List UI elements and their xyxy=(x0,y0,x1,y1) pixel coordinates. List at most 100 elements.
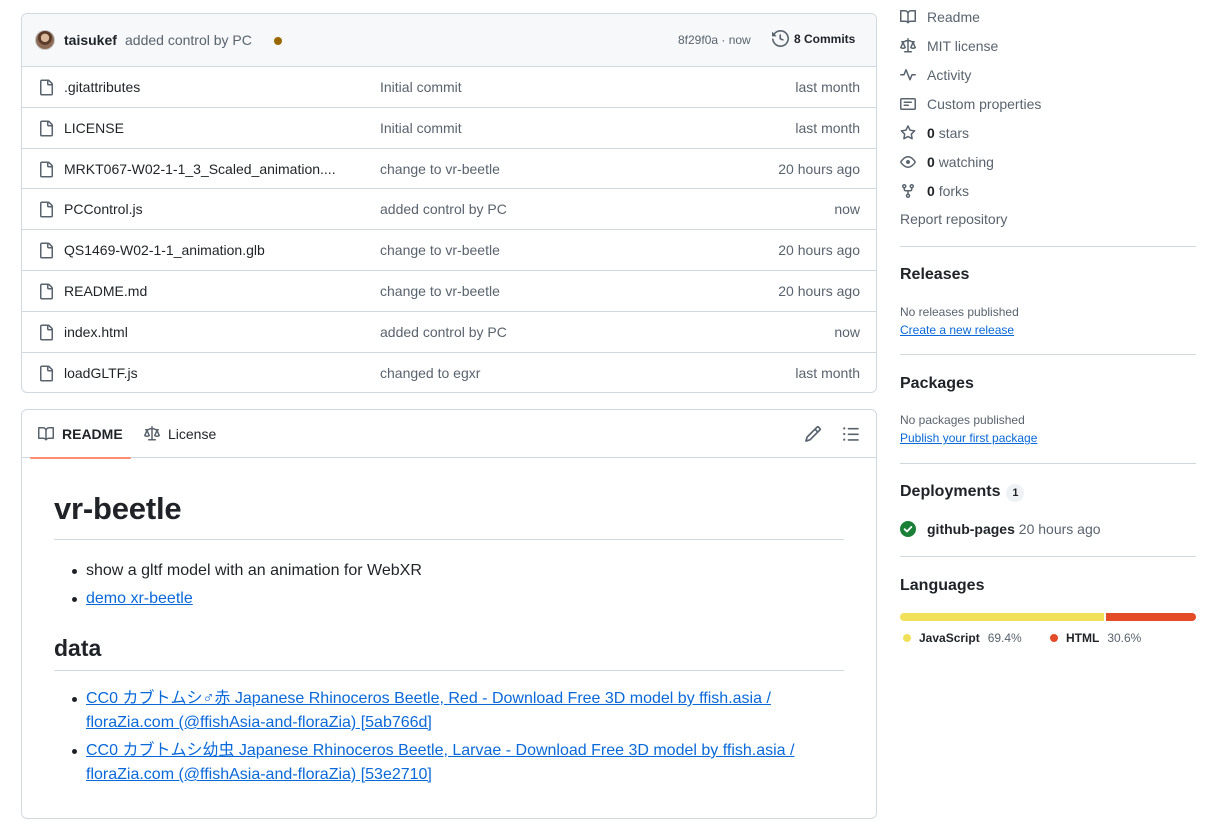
repo-forked-icon xyxy=(902,184,914,199)
file-icon xyxy=(40,120,53,137)
sidebar-link-license[interactable]: MIT license xyxy=(900,38,998,54)
file-commit-message[interactable]: change to vr-beetle xyxy=(380,283,500,299)
no-packages-text: No packages published xyxy=(900,413,1025,427)
list-item: CC0 カブトムシ幼虫 Japanese Rhinoceros Beetle, … xyxy=(72,739,844,787)
language-color-dot xyxy=(1050,634,1058,642)
language-percent: 30.6% xyxy=(1107,631,1142,645)
tab-license-label: License xyxy=(168,426,217,442)
languages-heading: Languages xyxy=(900,577,985,594)
stars-count: 0 xyxy=(927,125,935,141)
tab-readme[interactable]: README xyxy=(30,410,131,459)
table-row[interactable]: README.md change to vr-beetle 20 hours ago xyxy=(22,271,876,312)
commit-status-dot[interactable] xyxy=(274,37,282,45)
file-commit-time: 20 hours ago xyxy=(778,160,860,177)
readme-description: show a gltf model with an animation for … xyxy=(86,562,422,579)
sidebar-link-custom-properties[interactable]: Custom properties xyxy=(900,96,1041,112)
readme-tabbar: README License xyxy=(22,410,876,459)
language-percent: 69.4% xyxy=(987,631,1022,645)
languages-bar xyxy=(900,613,1196,621)
file-commit-time: now xyxy=(834,323,860,340)
file-commit-message[interactable]: Initial commit xyxy=(380,120,462,136)
history-icon xyxy=(772,30,789,47)
file-commit-message[interactable]: added control by PC xyxy=(380,201,507,217)
data-links-list: CC0 カブトムシ♂赤 Japanese Rhinoceros Beetle, … xyxy=(54,687,844,787)
file-name-link[interactable]: QS1469-W02-1-1_animation.glb xyxy=(64,242,265,258)
data-link-larvae[interactable]: CC0 カブトムシ幼虫 Japanese Rhinoceros Beetle, … xyxy=(86,742,794,783)
law-icon xyxy=(144,426,160,441)
file-commit-message[interactable]: change to vr-beetle xyxy=(380,242,500,258)
deployment-item[interactable]: github-pages 20 hours ago xyxy=(900,521,1101,537)
readme-content: vr-beetle show a gltf model with an anim… xyxy=(54,458,844,791)
data-link-red[interactable]: CC0 カブトムシ♂赤 Japanese Rhinoceros Beetle, … xyxy=(86,690,771,731)
sidebar-link-readme[interactable]: Readme xyxy=(900,9,980,25)
deployments-heading-label: Deployments xyxy=(900,483,1001,500)
table-row[interactable]: LICENSE Initial commit last month xyxy=(22,108,876,149)
file-name-link[interactable]: PCControl.js xyxy=(64,201,143,217)
packages-heading[interactable]: Packages xyxy=(900,375,974,393)
sidebar-link-watching[interactable]: 0 watching xyxy=(900,154,994,170)
avatar[interactable] xyxy=(35,30,55,50)
file-commit-time: 20 hours ago xyxy=(778,282,860,299)
file-icon xyxy=(40,161,53,178)
commit-author[interactable]: taisukef xyxy=(64,32,117,48)
file-icon xyxy=(40,201,53,218)
note-icon xyxy=(900,98,916,110)
commits-history-button[interactable]: 8 Commits xyxy=(772,30,855,47)
publish-package-link[interactable]: Publish your first package xyxy=(900,431,1037,445)
demo-link[interactable]: demo xr-beetle xyxy=(86,590,193,607)
table-row[interactable]: PCControl.js added control by PC now xyxy=(22,189,876,231)
file-icon xyxy=(40,324,53,341)
table-row[interactable]: loadGLTF.js changed to egxr last month xyxy=(22,353,876,392)
sidebar-license-label: MIT license xyxy=(927,38,999,54)
create-release-link[interactable]: Create a new release xyxy=(900,323,1014,337)
file-browser: taisukef added control by PC 8f29f0a · n… xyxy=(21,13,877,393)
file-commit-message[interactable]: Initial commit xyxy=(380,79,462,95)
file-commit-time: 20 hours ago xyxy=(778,242,860,259)
divider xyxy=(900,556,1196,557)
file-icon xyxy=(40,242,53,259)
file-commit-time: last month xyxy=(795,364,860,381)
table-row[interactable]: .gitattributes Initial commit last month xyxy=(22,67,876,108)
file-commit-message[interactable]: added control by PC xyxy=(380,324,507,340)
report-repository-label: Report repository xyxy=(900,211,1008,227)
file-icon xyxy=(40,365,53,382)
pencil-icon[interactable] xyxy=(804,425,822,443)
table-row[interactable]: MRKT067-W02-1-1_3_Scaled_animation.... ch… xyxy=(22,149,876,190)
file-name-link[interactable]: README.md xyxy=(64,283,147,299)
list-unordered-icon[interactable] xyxy=(842,425,860,443)
report-repository-link[interactable]: Report repository xyxy=(900,211,1007,227)
commits-count-label: 8 Commits xyxy=(794,31,856,46)
file-name-link[interactable]: .gitattributes xyxy=(64,79,140,95)
sidebar-link-activity[interactable]: Activity xyxy=(900,67,971,83)
commit-hash-time[interactable]: 8f29f0a · now xyxy=(678,33,751,47)
list-item: demo xr-beetle xyxy=(72,585,844,613)
file-commit-time: now xyxy=(834,201,860,218)
commit-message[interactable]: added control by PC xyxy=(125,32,252,48)
divider xyxy=(900,246,1196,247)
table-row[interactable]: QS1469-W02-1-1_animation.glb change to vr… xyxy=(22,230,876,271)
language-bar-segment[interactable] xyxy=(900,613,1105,621)
deployments-heading[interactable]: Deployments 1 xyxy=(900,483,1025,502)
deployment-env: github-pages xyxy=(927,521,1015,537)
language-name: JavaScript xyxy=(919,631,980,645)
file-icon xyxy=(40,79,53,96)
file-name-link[interactable]: LICENSE xyxy=(64,120,124,136)
sidebar-link-forks[interactable]: 0 forks xyxy=(900,183,969,199)
file-commit-time: last month xyxy=(795,79,860,95)
file-commit-message[interactable]: changed to egxr xyxy=(380,365,480,381)
sidebar-link-stars[interactable]: 0 stars xyxy=(900,125,969,141)
file-name-link[interactable]: index.html xyxy=(64,324,128,340)
tab-license[interactable]: License xyxy=(144,410,216,458)
file-commit-message[interactable]: change to vr-beetle xyxy=(380,161,500,177)
table-row[interactable]: index.html added control by PC now xyxy=(22,312,876,353)
language-item[interactable]: JavaScript 69.4% xyxy=(903,631,1022,645)
file-name-link[interactable]: loadGLTF.js xyxy=(64,365,138,381)
readme-title: vr-beetle xyxy=(54,491,844,540)
language-name: HTML xyxy=(1066,631,1100,645)
pulse-icon xyxy=(900,69,916,81)
releases-heading[interactable]: Releases xyxy=(900,266,969,284)
watching-count: 0 xyxy=(927,154,935,170)
language-item[interactable]: HTML 30.6% xyxy=(1050,631,1141,645)
file-name-link[interactable]: MRKT067-W02-1-1_3_Scaled_animation.... xyxy=(64,161,336,177)
language-bar-segment[interactable] xyxy=(1106,613,1196,621)
